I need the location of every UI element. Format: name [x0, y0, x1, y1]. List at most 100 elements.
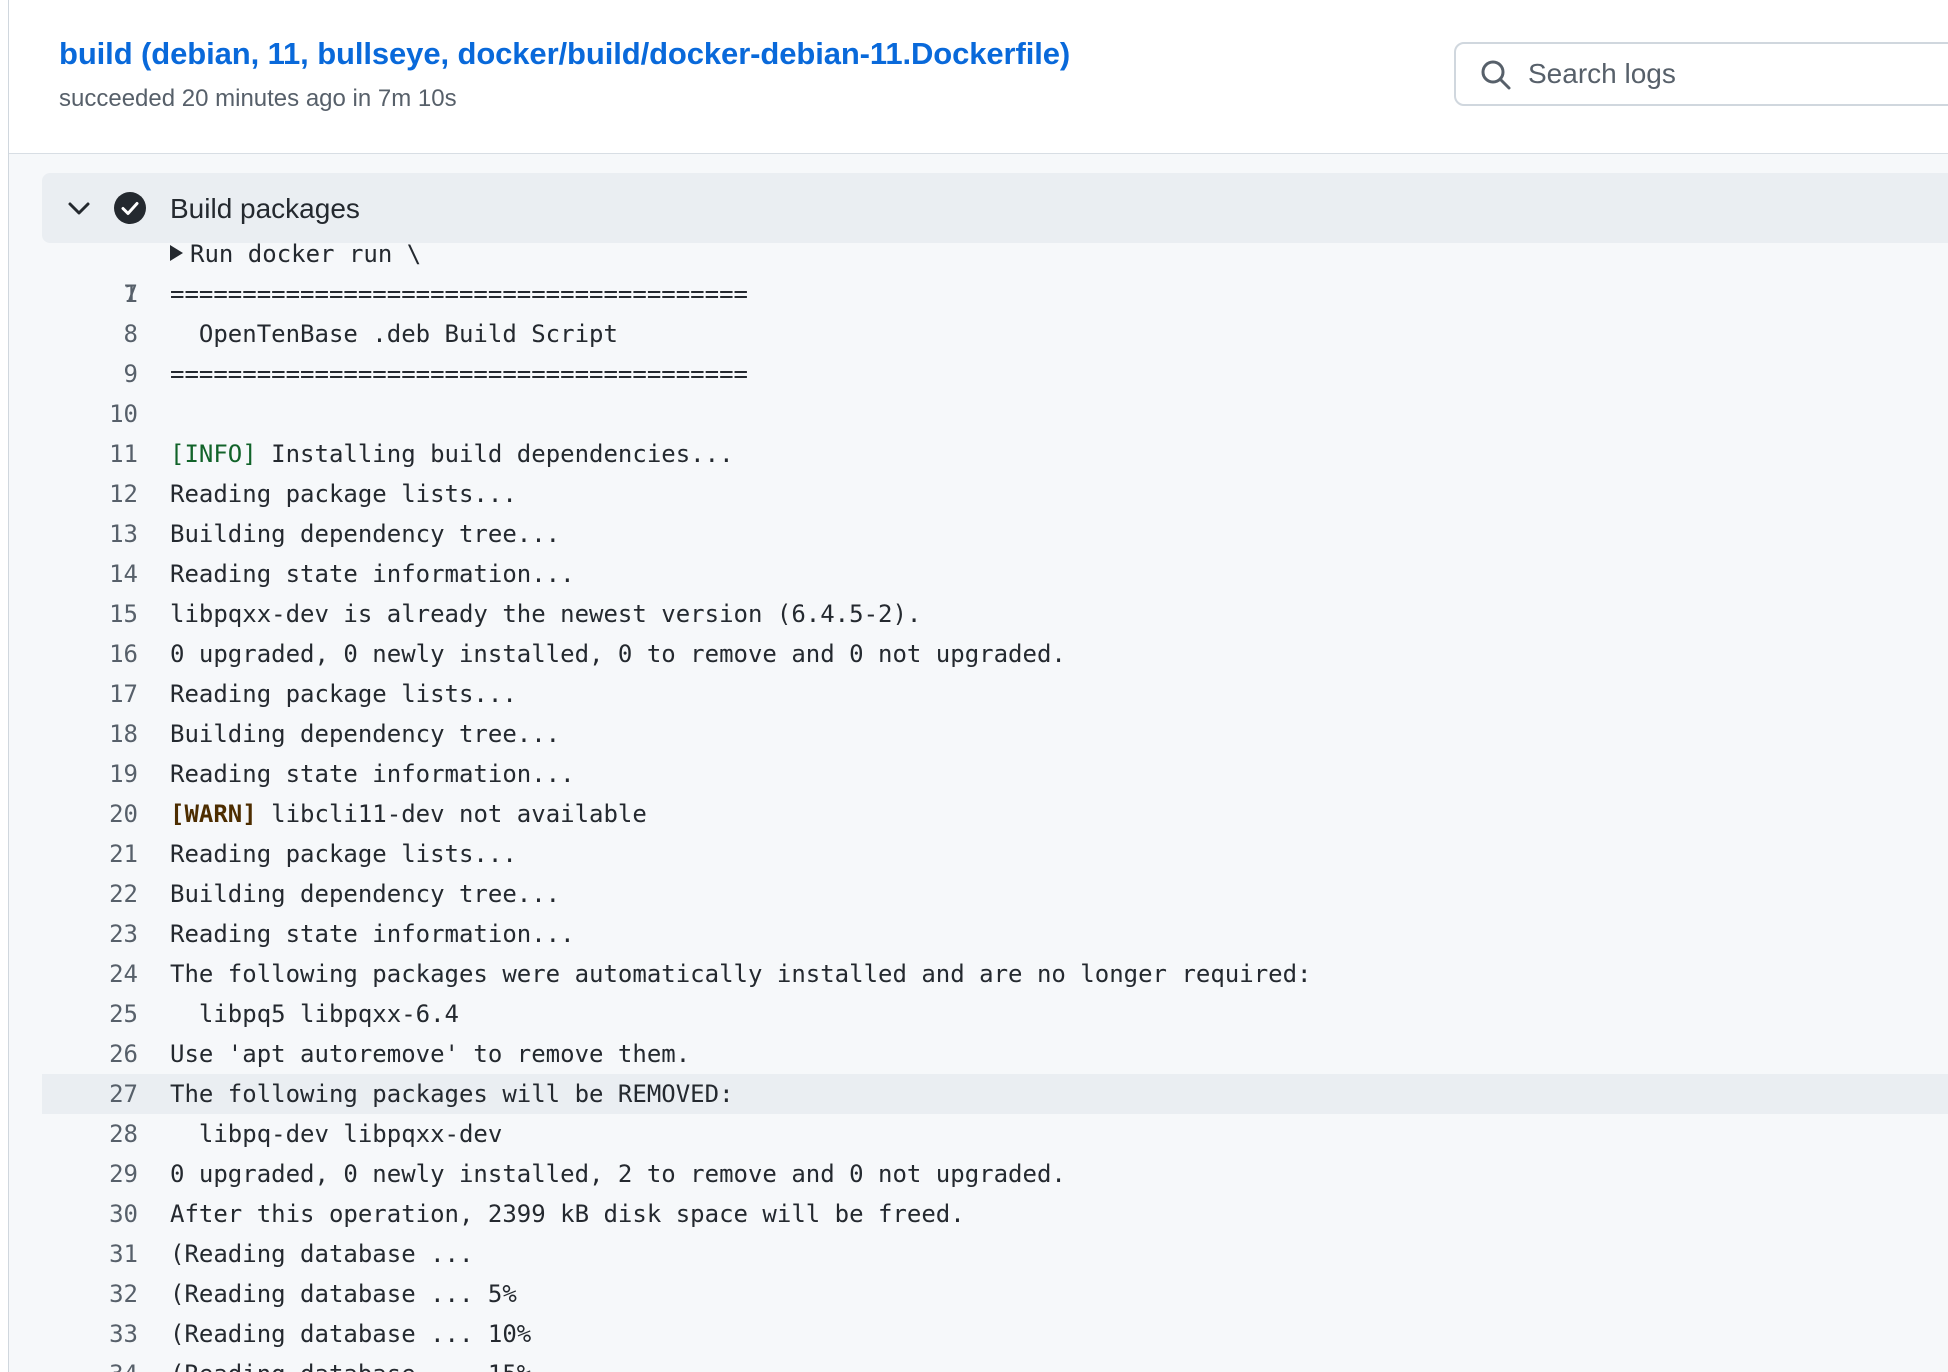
- log-line-content: Reading package lists...: [170, 674, 517, 714]
- log-line-content: (Reading database ...: [170, 1234, 473, 1274]
- log-line-content: After this operation, 2399 kB disk space…: [170, 1194, 965, 1234]
- log-line[interactable]: 30 After this operation, 2399 kB disk spa…: [42, 1194, 1948, 1234]
- log-lines-body: 7 =======================================…: [42, 274, 1948, 1372]
- log-line[interactable]: 13 Building dependency tree...: [42, 514, 1948, 554]
- log-line-text: 0 upgraded, 0 newly installed, 0 to remo…: [170, 640, 1066, 668]
- log-line[interactable]: 29 0 upgraded, 0 newly installed, 2 to re…: [42, 1154, 1948, 1194]
- log-line-content: Building dependency tree...: [170, 874, 560, 914]
- line-number[interactable]: 31: [42, 1234, 138, 1274]
- log-line-text: (Reading database ... 10%: [170, 1320, 532, 1348]
- line-number[interactable]: 17: [42, 674, 138, 714]
- triangle-right-icon: [170, 245, 183, 261]
- line-number[interactable]: 24: [42, 954, 138, 994]
- log-line-text: Building dependency tree...: [170, 520, 561, 548]
- log-line-text: libpq-dev libpqxx-dev: [170, 1120, 503, 1148]
- log-line-content: The following packages were automaticall…: [170, 954, 1312, 994]
- line-number[interactable]: 9: [42, 354, 138, 394]
- run-command-toggle[interactable]: Run docker run \: [170, 234, 421, 274]
- line-number[interactable]: 8: [42, 314, 138, 354]
- check-circle-icon: [114, 192, 146, 224]
- search-logs-input[interactable]: [1528, 50, 1948, 98]
- line-number[interactable]: 10: [42, 394, 138, 434]
- log-line-content: 0 upgraded, 0 newly installed, 2 to remo…: [170, 1154, 1066, 1194]
- log-line-text: Installing build dependencies...: [256, 440, 734, 468]
- log-line[interactable]: 22 Building dependency tree...: [42, 874, 1948, 914]
- line-number[interactable]: 20: [42, 794, 138, 834]
- log-line[interactable]: 9 =======================================…: [42, 354, 1948, 394]
- line-number[interactable]: 15: [42, 594, 138, 634]
- step-header-build-packages[interactable]: Build packages: [42, 173, 1948, 243]
- run-command-text: Run docker run \: [190, 240, 422, 268]
- line-number[interactable]: 30: [42, 1194, 138, 1234]
- log-line[interactable]: 19 Reading state information...: [42, 754, 1948, 794]
- log-line[interactable]: 7 =======================================…: [42, 274, 1948, 314]
- log-line[interactable]: 34 (Reading database ... 15%: [42, 1354, 1948, 1372]
- line-number[interactable]: 25: [42, 994, 138, 1034]
- search-logs-box[interactable]: [1454, 42, 1948, 106]
- log-line[interactable]: 12 Reading package lists...: [42, 474, 1948, 514]
- log-line[interactable]: 26 Use 'apt autoremove' to remove them.: [42, 1034, 1948, 1074]
- log-line-content: [INFO] Installing build dependencies...: [170, 434, 734, 474]
- job-log-page: build (debian, 11, bullseye, docker/buil…: [0, 0, 1948, 1372]
- line-number[interactable]: 7: [42, 274, 138, 314]
- log-line[interactable]: 14 Reading state information...: [42, 554, 1948, 594]
- log-line-text: ========================================: [170, 360, 748, 388]
- log-line[interactable]: 16 0 upgraded, 0 newly installed, 0 to re…: [42, 634, 1948, 674]
- log-line[interactable]: 18 Building dependency tree...: [42, 714, 1948, 754]
- log-line[interactable]: 17 Reading package lists...: [42, 674, 1948, 714]
- log-line[interactable]: 23 Reading state information...: [42, 914, 1948, 954]
- log-line[interactable]: 21 Reading package lists...: [42, 834, 1948, 874]
- log-line-content: libpq5 libpqxx-6.4: [170, 994, 459, 1034]
- log-line[interactable]: 27 The following packages will be REMOVED…: [42, 1074, 1948, 1114]
- log-line[interactable]: 32 (Reading database ... 5%: [42, 1274, 1948, 1314]
- line-number[interactable]: 18: [42, 714, 138, 754]
- job-title[interactable]: build (debian, 11, bullseye, docker/buil…: [59, 36, 1070, 72]
- chevron-down-icon[interactable]: [64, 194, 94, 224]
- log-line-text: libpq5 libpqxx-6.4: [170, 1000, 459, 1028]
- log-lines: 1 Run docker run \ 7 ====================…: [42, 234, 1948, 1372]
- log-line[interactable]: 8 OpenTenBase .deb Build Script: [42, 314, 1948, 354]
- line-number[interactable]: 19: [42, 754, 138, 794]
- log-line[interactable]: 25 libpq5 libpqxx-6.4: [42, 994, 1948, 1034]
- log-line[interactable]: 11 [INFO] Installing build dependencies..…: [42, 434, 1948, 474]
- info-tag: [INFO]: [170, 440, 257, 468]
- log-line[interactable]: 1 Run docker run \: [42, 234, 1948, 308]
- log-line[interactable]: 15 libpqxx-dev is already the newest vers…: [42, 594, 1948, 634]
- log-line[interactable]: 24 The following packages were automatica…: [42, 954, 1948, 994]
- log-line-content: (Reading database ... 15%: [170, 1354, 531, 1372]
- line-number[interactable]: 11: [42, 434, 138, 474]
- line-number[interactable]: 34: [42, 1354, 138, 1372]
- log-line-content: Reading package lists...: [170, 834, 517, 874]
- line-number[interactable]: 26: [42, 1034, 138, 1074]
- line-number[interactable]: 23: [42, 914, 138, 954]
- log-line-content: [WARN] libcli11-dev not available: [170, 794, 647, 834]
- line-number[interactable]: 32: [42, 1274, 138, 1314]
- line-number[interactable]: 21: [42, 834, 138, 874]
- line-number[interactable]: 33: [42, 1314, 138, 1354]
- job-header: build (debian, 11, bullseye, docker/buil…: [9, 0, 1948, 154]
- log-line-content: Reading package lists...: [170, 474, 517, 514]
- line-number[interactable]: 13: [42, 514, 138, 554]
- line-number[interactable]: 16: [42, 634, 138, 674]
- log-line-text: Building dependency tree...: [170, 880, 561, 908]
- line-number[interactable]: 28: [42, 1114, 138, 1154]
- log-line-content: Reading state information...: [170, 554, 575, 594]
- log-line-text: Reading package lists...: [170, 480, 517, 508]
- log-line-text: The following packages will be REMOVED:: [170, 1080, 734, 1108]
- log-line-content: libpqxx-dev is already the newest versio…: [170, 594, 921, 634]
- log-line-content: libpq-dev libpqxx-dev: [170, 1114, 502, 1154]
- line-number[interactable]: 12: [42, 474, 138, 514]
- line-number[interactable]: 14: [42, 554, 138, 594]
- log-line[interactable]: 20 [WARN] libcli11-dev not available: [42, 794, 1948, 834]
- log-line-text: Building dependency tree...: [170, 720, 561, 748]
- log-line[interactable]: 31 (Reading database ...: [42, 1234, 1948, 1274]
- line-number[interactable]: 27: [42, 1074, 138, 1114]
- step-title: Build packages: [170, 193, 360, 224]
- log-line-text: (Reading database ... 5%: [170, 1280, 517, 1308]
- log-line[interactable]: 28 libpq-dev libpqxx-dev: [42, 1114, 1948, 1154]
- log-line[interactable]: 10: [42, 394, 1948, 434]
- log-line[interactable]: 33 (Reading database ... 10%: [42, 1314, 1948, 1354]
- line-number[interactable]: 22: [42, 874, 138, 914]
- log-line-content: OpenTenBase .deb Build Script: [170, 314, 618, 354]
- line-number[interactable]: 29: [42, 1154, 138, 1194]
